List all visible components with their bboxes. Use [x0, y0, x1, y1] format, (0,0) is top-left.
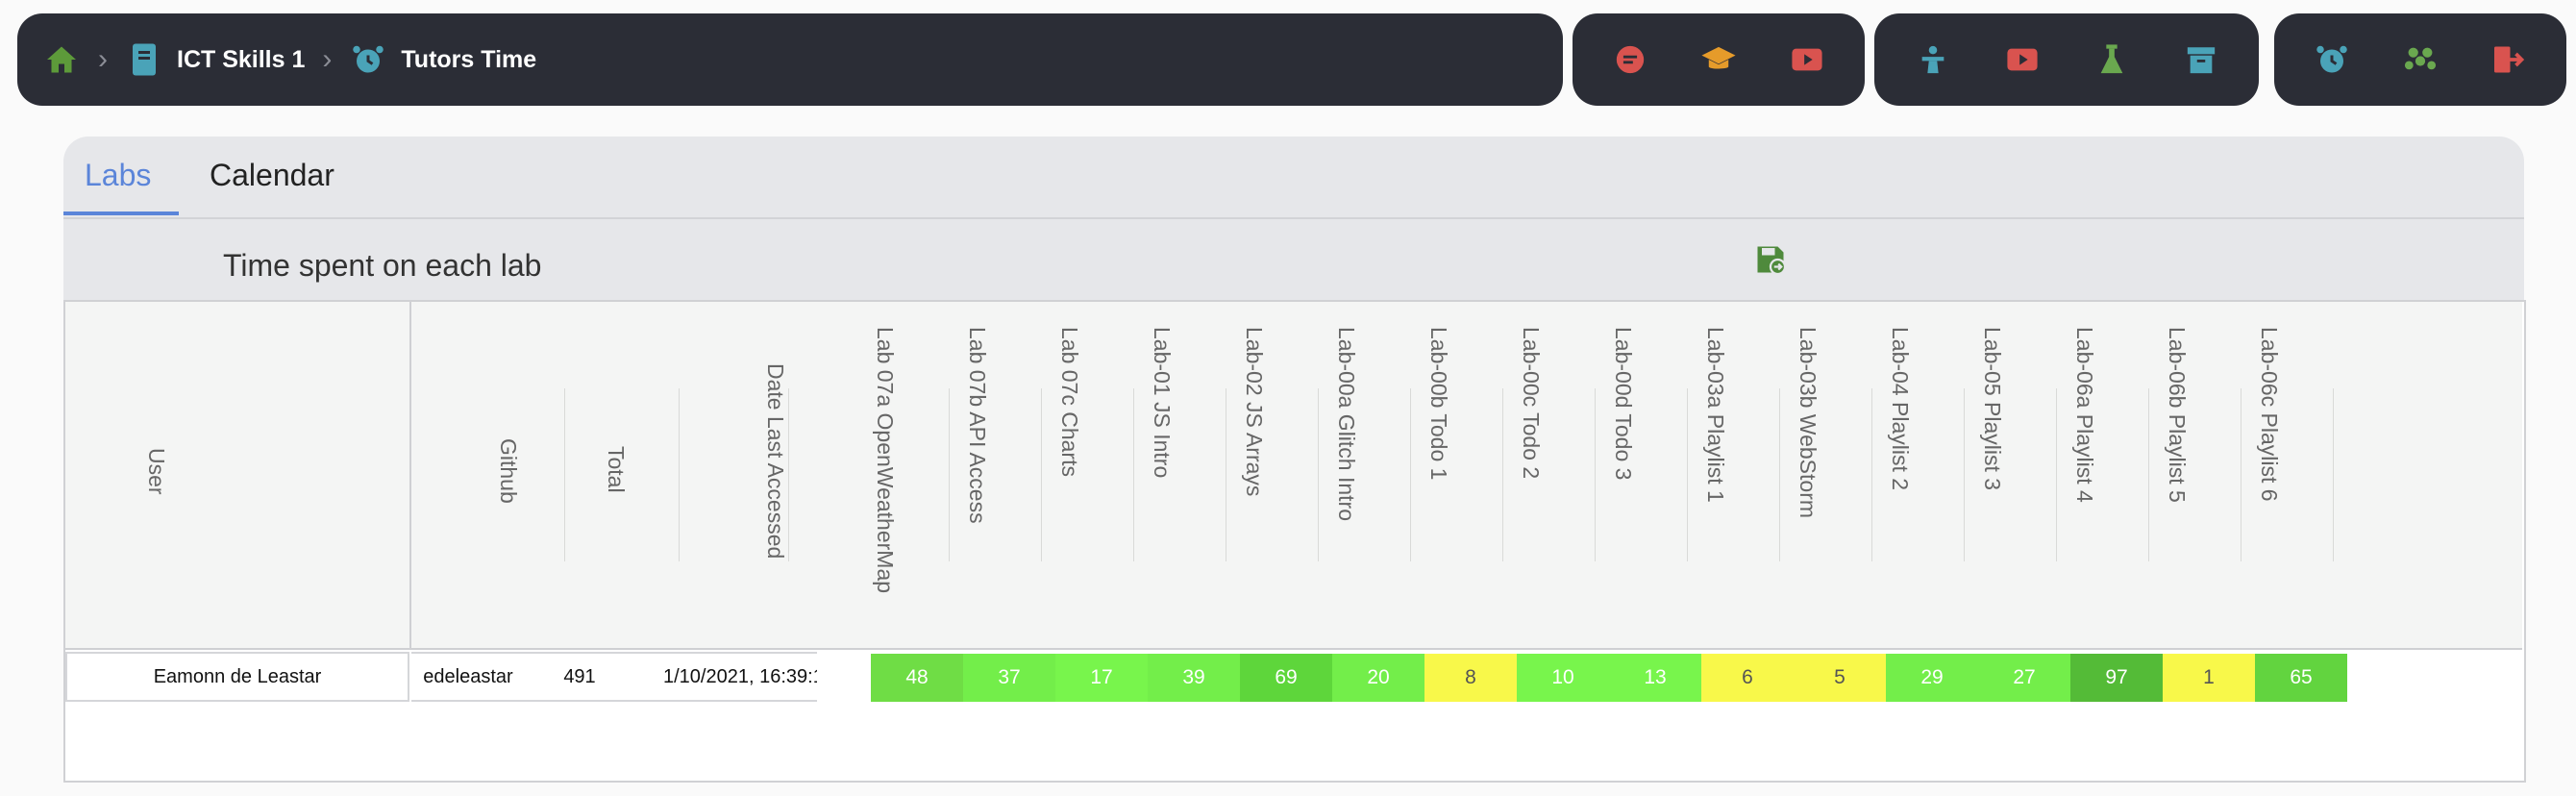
lab-time-table: User Github Total Date Last Accessed Lab… — [63, 300, 2526, 783]
table-row[interactable]: Eamonn de Leastar edeleastar 491 1/10/20… — [65, 652, 2522, 702]
header-lab-label: Lab-00d Todo 3 — [1611, 327, 1636, 481]
header-lab-label: Lab-02 JS Arrays — [1242, 327, 1267, 497]
header-date-label: Date Last Accessed — [763, 363, 788, 560]
tab-labs[interactable]: Labs — [85, 158, 151, 193]
header-lab-label: Lab 07b API Access — [965, 327, 990, 524]
header-lab-5[interactable]: Lab-02 JS Arrays — [1226, 302, 1319, 648]
header-divider — [679, 388, 680, 561]
cell-github: edeleastar — [411, 652, 525, 702]
graduation-cap-icon[interactable] — [1697, 38, 1740, 81]
header-lab-7[interactable]: Lab-00b Todo 1 — [1411, 302, 1503, 648]
header-lab-13[interactable]: Lab-05 Playlist 3 — [1965, 302, 2057, 648]
cell-lab-value: 8 — [1424, 654, 1517, 702]
cell-lab-value: 5 — [1794, 654, 1886, 702]
header-total-label: Total — [604, 446, 629, 493]
archive-icon[interactable] — [2180, 38, 2222, 81]
header-lab-label: Lab-03b WebStorm — [1796, 327, 1821, 519]
header-lab-label: Lab-06c Playlist 6 — [2257, 327, 2282, 502]
header-total[interactable]: Total — [525, 302, 634, 648]
cell-lab-value: 27 — [1978, 654, 2070, 702]
header-lab-15[interactable]: Lab-06b Playlist 5 — [2149, 302, 2242, 648]
header-date[interactable]: Date Last Accessed — [634, 302, 817, 648]
header-divider — [788, 388, 789, 561]
header-user-label: User — [144, 448, 169, 495]
active-tab-indicator — [63, 211, 179, 215]
header-lab-label: Lab-00b Todo 1 — [1426, 327, 1451, 481]
cell-lab-value: 10 — [1517, 654, 1609, 702]
breadcrumb-chevron-icon: › — [98, 43, 108, 75]
header-user[interactable]: User — [65, 302, 409, 648]
cell-date-last-accessed: 1/10/2021, 16:39:1 — [634, 652, 817, 702]
header-lab-label: Lab-05 Playlist 3 — [1980, 327, 2005, 491]
header-github-label: Github — [496, 438, 521, 504]
youtube-icon[interactable] — [2001, 38, 2043, 81]
export-save-icon[interactable] — [1753, 242, 1792, 281]
header-lab-14[interactable]: Lab-06a Playlist 4 — [2057, 302, 2149, 648]
cell-lab-value: 20 — [1332, 654, 1424, 702]
logout-icon[interactable] — [2488, 38, 2530, 81]
header-lab-10[interactable]: Lab-03a Playlist 1 — [1688, 302, 1780, 648]
cell-lab-value: 37 — [963, 654, 1055, 702]
cell-lab-value: 29 — [1886, 654, 1978, 702]
tab-calendar[interactable]: Calendar — [210, 158, 334, 193]
labs-panel: Labs Calendar Time spent on each lab Use… — [63, 137, 2526, 783]
notebook-icon — [125, 40, 163, 79]
breadcrumb-bar: › ICT Skills 1 › Tutors Time — [17, 13, 1563, 106]
toolbar-group-3 — [2274, 13, 2566, 106]
header-lab-label: Lab-06b Playlist 5 — [2165, 327, 2190, 503]
header-lab-label: Lab-03a Playlist 1 — [1703, 327, 1728, 503]
breadcrumb-item-course[interactable]: ICT Skills 1 — [177, 46, 305, 74]
header-lab-1[interactable]: Lab 07a OpenWeatherMap — [857, 302, 950, 648]
home-icon[interactable] — [42, 40, 81, 79]
header-lab-label: Lab-04 Playlist 2 — [1888, 327, 1913, 491]
cell-lab-value: 48 — [871, 654, 963, 702]
cell-lab-value: 39 — [1148, 654, 1240, 702]
panel-title: Time spent on each lab — [223, 248, 542, 283]
header-lab-6[interactable]: Lab-00a Glitch Intro — [1319, 302, 1411, 648]
cell-lab-value: 97 — [2070, 654, 2163, 702]
table-header: User Github Total Date Last Accessed Lab… — [65, 302, 2522, 650]
header-lab-9[interactable]: Lab-00d Todo 3 — [1596, 302, 1688, 648]
header-lab-label: Lab-06a Playlist 4 — [2072, 327, 2097, 503]
header-lab-label: Lab 07c Charts — [1057, 327, 1082, 477]
users-icon[interactable] — [2399, 38, 2441, 81]
alarm-clock-icon[interactable] — [2311, 38, 2353, 81]
header-lab-label: Lab 07a OpenWeatherMap — [873, 327, 898, 594]
header-lab-4[interactable]: Lab-01 JS Intro — [1134, 302, 1226, 648]
cell-lab-value: 69 — [1240, 654, 1332, 702]
breadcrumb: › ICT Skills 1 › Tutors Time — [17, 40, 536, 79]
flask-icon[interactable] — [2091, 38, 2133, 81]
header-lab-3[interactable]: Lab 07c Charts — [1042, 302, 1134, 648]
tab-bar: Labs Calendar — [63, 137, 2524, 219]
header-lab-11[interactable]: Lab-03b WebStorm — [1780, 302, 1872, 648]
cell-user: Eamonn de Leastar — [65, 652, 409, 702]
header-lab-2[interactable]: Lab 07b API Access — [950, 302, 1042, 648]
cell-lab-value: 6 — [1701, 654, 1794, 702]
header-divider — [2333, 388, 2334, 561]
header-github[interactable]: Github — [411, 302, 525, 648]
cell-lab-value: 13 — [1609, 654, 1701, 702]
header-lab-label: Lab-01 JS Intro — [1150, 327, 1175, 479]
cell-lab-value: 1 — [2163, 654, 2255, 702]
cell-total: 491 — [525, 652, 634, 702]
presenter-icon[interactable] — [1912, 38, 1954, 81]
chat-icon[interactable] — [1609, 38, 1651, 81]
header-lab-16[interactable]: Lab-06c Playlist 6 — [2242, 302, 2334, 648]
breadcrumb-chevron-icon: › — [322, 43, 333, 75]
header-lab-12[interactable]: Lab-04 Playlist 2 — [1872, 302, 1965, 648]
cell-lab-value: 65 — [2255, 654, 2347, 702]
header-divider — [564, 388, 565, 561]
toolbar-group-2 — [1874, 13, 2259, 106]
toolbar-group-1 — [1573, 13, 1865, 106]
cell-lab-value: 17 — [1055, 654, 1148, 702]
header-lab-label: Lab-00c Todo 2 — [1519, 327, 1544, 480]
youtube-icon[interactable] — [1786, 38, 1828, 81]
alarm-clock-icon — [349, 40, 387, 79]
header-lab-label: Lab-00a Glitch Intro — [1334, 327, 1359, 522]
breadcrumb-item-current: Tutors Time — [401, 45, 537, 73]
header-lab-8[interactable]: Lab-00c Todo 2 — [1503, 302, 1596, 648]
